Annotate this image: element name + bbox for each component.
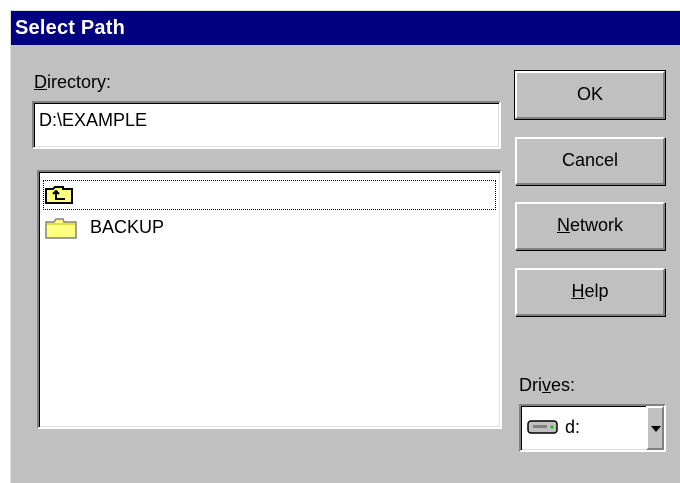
- folder-up-icon: [45, 185, 75, 210]
- drives-label: Drives:: [519, 375, 576, 395]
- dropdown-arrow-button[interactable]: [646, 406, 664, 450]
- folder-icon: [45, 217, 77, 244]
- drives-selected-value: d:: [565, 417, 581, 437]
- list-item[interactable]: BACKUP: [43, 212, 496, 242]
- hard-drive-icon: [527, 419, 559, 440]
- directory-input[interactable]: D:\EXAMPLE: [32, 101, 501, 149]
- list-item-label: BACKUP: [90, 217, 165, 237]
- help-button[interactable]: Help: [515, 268, 665, 316]
- ok-button[interactable]: OK: [515, 71, 665, 119]
- drives-dropdown[interactable]: d:: [519, 404, 666, 452]
- list-item[interactable]: [43, 180, 496, 210]
- network-button[interactable]: Network: [515, 202, 665, 250]
- select-path-dialog: Select Path Directory: D:\EXAMPLE BACKUP…: [10, 10, 680, 483]
- cancel-button[interactable]: Cancel: [515, 137, 665, 185]
- dialog-title: Select Path: [15, 17, 126, 39]
- chevron-down-icon: [651, 426, 661, 432]
- title-bar[interactable]: Select Path: [11, 11, 680, 45]
- directory-label: Directory:: [34, 72, 112, 92]
- folder-listbox[interactable]: BACKUP: [37, 170, 502, 429]
